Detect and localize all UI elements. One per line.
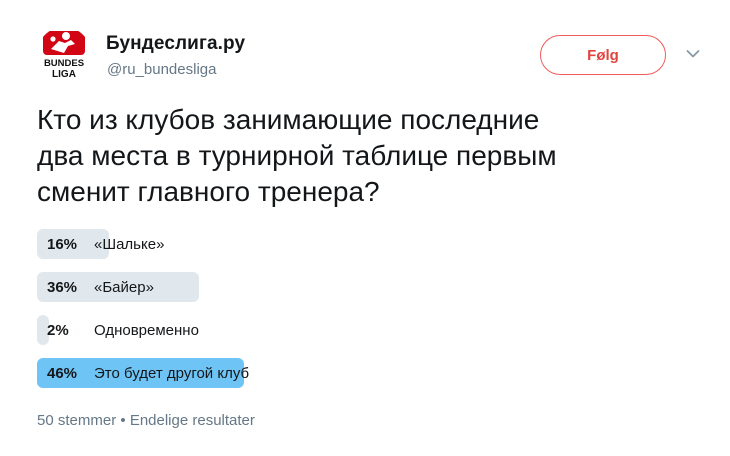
poll-option: 46% Это будет другой клуб [37,358,707,388]
display-name[interactable]: Бундеслига.ру [106,33,245,55]
poll-label: Одновременно [94,322,199,339]
avatar-text-bottom: LIGA [52,69,76,80]
follow-button[interactable]: Følg [540,35,666,75]
avatar[interactable]: BUNDES LIGA [37,27,91,81]
poll-percent: 16% [47,236,78,253]
poll-label: «Байер» [94,279,154,296]
user-handle[interactable]: @ru_bundesliga [107,61,216,78]
tweet-header: BUNDES LIGA Бундеслига.ру @ru_bundesliga… [0,0,730,90]
bundesliga-logo-icon: BUNDES LIGA [37,27,91,81]
poll-percent: 36% [47,279,78,296]
poll-label: Это будет другой клуб [94,365,250,382]
poll-option: 36% «Байер» [37,272,707,302]
poll-percent: 46% [47,365,78,382]
poll-option: 2% Одновременно [37,315,707,345]
poll-label: «Шальке» [94,236,165,253]
avatar-text-top: BUNDES [44,58,84,69]
meta-separator: • [120,412,126,429]
poll-percent: 2% [47,322,69,339]
vote-count: 50 stemmer [37,412,117,429]
poll-status: Endelige resultater [129,412,255,429]
poll: 16% «Шальке» 36% «Байер» 2% Одновременно… [37,229,707,401]
chevron-down-icon[interactable] [686,48,700,60]
tweet-text: Кто из клубов занимающие последние два м… [37,104,557,207]
poll-option: 16% «Шальке» [37,229,707,259]
poll-meta: 50 stemmer • Endelige resultater [37,412,255,429]
